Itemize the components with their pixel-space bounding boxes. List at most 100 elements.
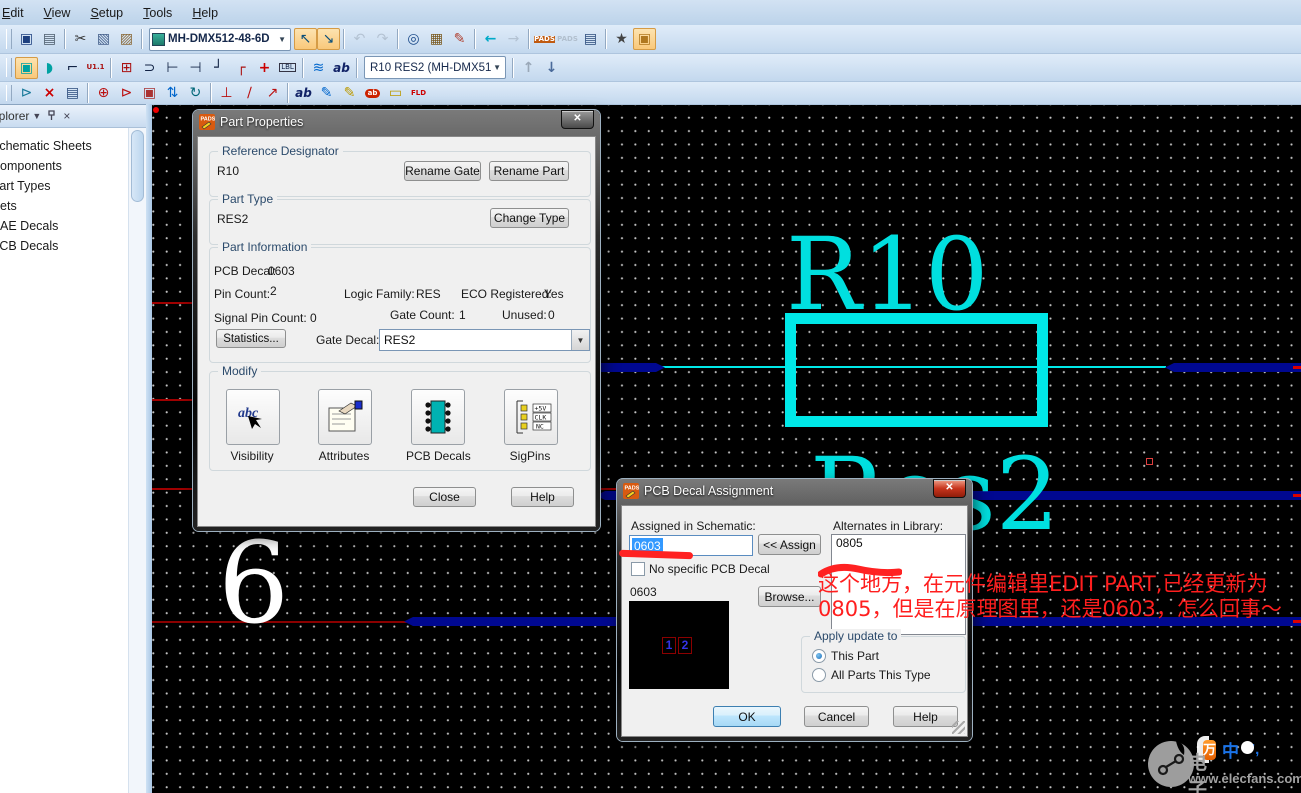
gate-number-icon[interactable]: U1.1 xyxy=(84,57,107,79)
part-select[interactable]: R10 RES2 (MH-DMX512-4▼ xyxy=(364,56,506,79)
move-pin-icon[interactable]: ↗ xyxy=(261,83,284,103)
chevron-down-icon[interactable]: ▼ xyxy=(276,35,288,44)
slash-pin-icon[interactable]: ∕ xyxy=(238,83,261,103)
help-button[interactable]: Help xyxy=(511,487,574,507)
measure-icon[interactable]: ▭ xyxy=(384,83,407,103)
pcb-decal-titlebar[interactable]: PADS PCB Decal Assignment ✕ xyxy=(617,479,972,503)
close-button[interactable]: ✕ xyxy=(561,110,594,129)
add-wire-icon[interactable]: ⌐ xyxy=(61,57,84,79)
add-pin-icon[interactable]: ⊥ xyxy=(215,83,238,103)
select-gate-icon[interactable]: ⊳ xyxy=(15,83,38,103)
properties-icon[interactable]: ▤ xyxy=(61,83,84,103)
gate-decal-select[interactable]: RES2 ▼ xyxy=(379,329,590,351)
change-type-button[interactable]: Change Type xyxy=(490,208,569,228)
redraw-icon[interactable]: ✎ xyxy=(448,28,471,50)
paste-icon[interactable]: ▨ xyxy=(115,28,138,50)
edit-text-icon[interactable]: ✎ xyxy=(315,83,338,103)
chevron-down-icon[interactable]: ▼ xyxy=(29,111,44,121)
scrollbar-thumb[interactable] xyxy=(131,130,144,202)
assign-button[interactable]: << Assign xyxy=(758,534,821,555)
this-part-radio[interactable] xyxy=(812,649,826,663)
browse-button[interactable]: Browse... xyxy=(758,586,821,607)
ime-language-icon[interactable]: 中 xyxy=(1222,737,1239,762)
text-cursor-icon[interactable]: ab xyxy=(292,83,315,103)
ole-properties-icon[interactable]: ▤ xyxy=(579,28,602,50)
attributes-button[interactable] xyxy=(318,389,372,445)
cancel-button[interactable]: Cancel xyxy=(804,706,869,727)
gate-arrow-icon[interactable]: ⊳ xyxy=(115,83,138,103)
pcb-decals-button[interactable] xyxy=(411,389,465,445)
close-button[interactable]: Close xyxy=(413,487,476,507)
menu-item-tools[interactable]: Tools xyxy=(133,3,182,23)
menu-item-edit[interactable]: Edit xyxy=(0,3,34,23)
rename-part-button[interactable]: Rename Part xyxy=(489,161,569,181)
visibility-button[interactable]: abc xyxy=(226,389,280,445)
chevron-down-icon[interactable]: ▼ xyxy=(571,330,589,350)
chevron-down-icon[interactable]: ▼ xyxy=(491,63,503,72)
resize-grip[interactable] xyxy=(952,721,965,734)
all-parts-radio[interactable] xyxy=(812,668,826,682)
pads-router-icon[interactable]: PADS xyxy=(556,28,579,50)
panel-splitter[interactable] xyxy=(146,104,152,793)
sidebar-item-components[interactable]: Components xyxy=(0,156,146,176)
ref-designator-label[interactable]: R10 xyxy=(786,225,989,325)
sidebar-item-cae-decals[interactable]: CAE Decals xyxy=(0,216,146,236)
explorer-header[interactable]: Project Explorer ▼ × xyxy=(0,105,146,128)
print-icon[interactable]: ▤ xyxy=(38,28,61,50)
sidebar-item-part-types[interactable]: Part Types xyxy=(0,176,146,196)
toolbar-grip[interactable] xyxy=(6,29,12,49)
pin-right-icon[interactable]: ⊣ xyxy=(184,57,207,79)
swap-reference-icon[interactable]: ⇅ xyxy=(161,83,184,103)
select-drag-icon[interactable]: ↘ xyxy=(317,28,340,50)
text-icon[interactable]: ab xyxy=(330,57,353,79)
add-gate-icon[interactable]: ◗ xyxy=(38,57,61,79)
field-icon[interactable]: FLD xyxy=(407,83,430,103)
tee-junction-icon[interactable]: + xyxy=(253,57,276,79)
explorer-scrollbar[interactable] xyxy=(128,128,146,793)
wire-corner-red-icon[interactable]: ┌ xyxy=(230,57,253,79)
label-icon[interactable]: LBL xyxy=(276,57,299,79)
edit-attribute-icon[interactable]: ✎ xyxy=(338,83,361,103)
menu-item-setup[interactable]: Setup xyxy=(80,3,133,23)
sidebar-item-pcb-decals[interactable]: PCB Decals xyxy=(0,236,146,256)
cut-icon[interactable]: ✂ xyxy=(69,28,92,50)
menu-item-view[interactable]: View xyxy=(34,3,81,23)
redo-icon[interactable]: ↷ xyxy=(371,28,394,50)
save-icon[interactable]: ▣ xyxy=(15,28,38,50)
down-icon[interactable]: ↓ xyxy=(540,57,563,79)
sigpins-button[interactable]: +5VCLKNC xyxy=(504,389,558,445)
text-oval-icon[interactable]: ab xyxy=(361,83,384,103)
pads-layout-icon[interactable]: PADS xyxy=(533,28,556,50)
close-icon[interactable]: × xyxy=(59,109,74,123)
gate-shape-icon[interactable]: ⊃ xyxy=(138,57,161,79)
part-from-library-icon[interactable]: ⊞ xyxy=(115,57,138,79)
sidebar-item-schematic-sheets[interactable]: Schematic Sheets xyxy=(0,136,146,156)
pin-icon[interactable] xyxy=(44,110,59,123)
help-button[interactable]: Help xyxy=(893,706,958,727)
board-window-icon[interactable]: ▦ xyxy=(425,28,448,50)
ripple-wire-icon[interactable]: ≋ xyxy=(307,57,330,79)
select-filter-icon[interactable]: ↖ xyxy=(294,28,317,50)
alternates-item[interactable]: 0805 xyxy=(832,535,965,551)
rotate-icon[interactable]: ↻ xyxy=(184,83,207,103)
toolbar-grip[interactable] xyxy=(6,58,12,77)
swap-gate-icon[interactable]: ▣ xyxy=(138,83,161,103)
part-properties-titlebar[interactable]: PADS Part Properties ✕ xyxy=(193,110,600,134)
ok-button[interactable]: OK xyxy=(713,706,781,727)
no-specific-checkbox[interactable] xyxy=(631,562,645,576)
sheet-select[interactable]: MH-DMX512-48-6D▼ xyxy=(149,28,291,51)
tools-icon[interactable]: ★ xyxy=(610,28,633,50)
previous-sheet-icon[interactable]: ← xyxy=(479,28,502,50)
close-button[interactable]: ✕ xyxy=(933,479,966,498)
pin-left-icon[interactable]: ⊢ xyxy=(161,57,184,79)
up-icon[interactable]: ↑ xyxy=(517,57,540,79)
archive-icon[interactable]: ▣ xyxy=(633,28,656,50)
toolbar-grip[interactable] xyxy=(6,85,12,100)
sidebar-item-nets[interactable]: Nets xyxy=(0,196,146,216)
next-sheet-icon[interactable]: → xyxy=(502,28,525,50)
statistics-button[interactable]: Statistics... xyxy=(216,329,286,348)
rename-gate-button[interactable]: Rename Gate xyxy=(404,161,481,181)
wire-corner-icon[interactable]: ┘ xyxy=(207,57,230,79)
copy-icon[interactable]: ▧ xyxy=(92,28,115,50)
add-part-icon[interactable]: ▣ xyxy=(15,57,38,79)
